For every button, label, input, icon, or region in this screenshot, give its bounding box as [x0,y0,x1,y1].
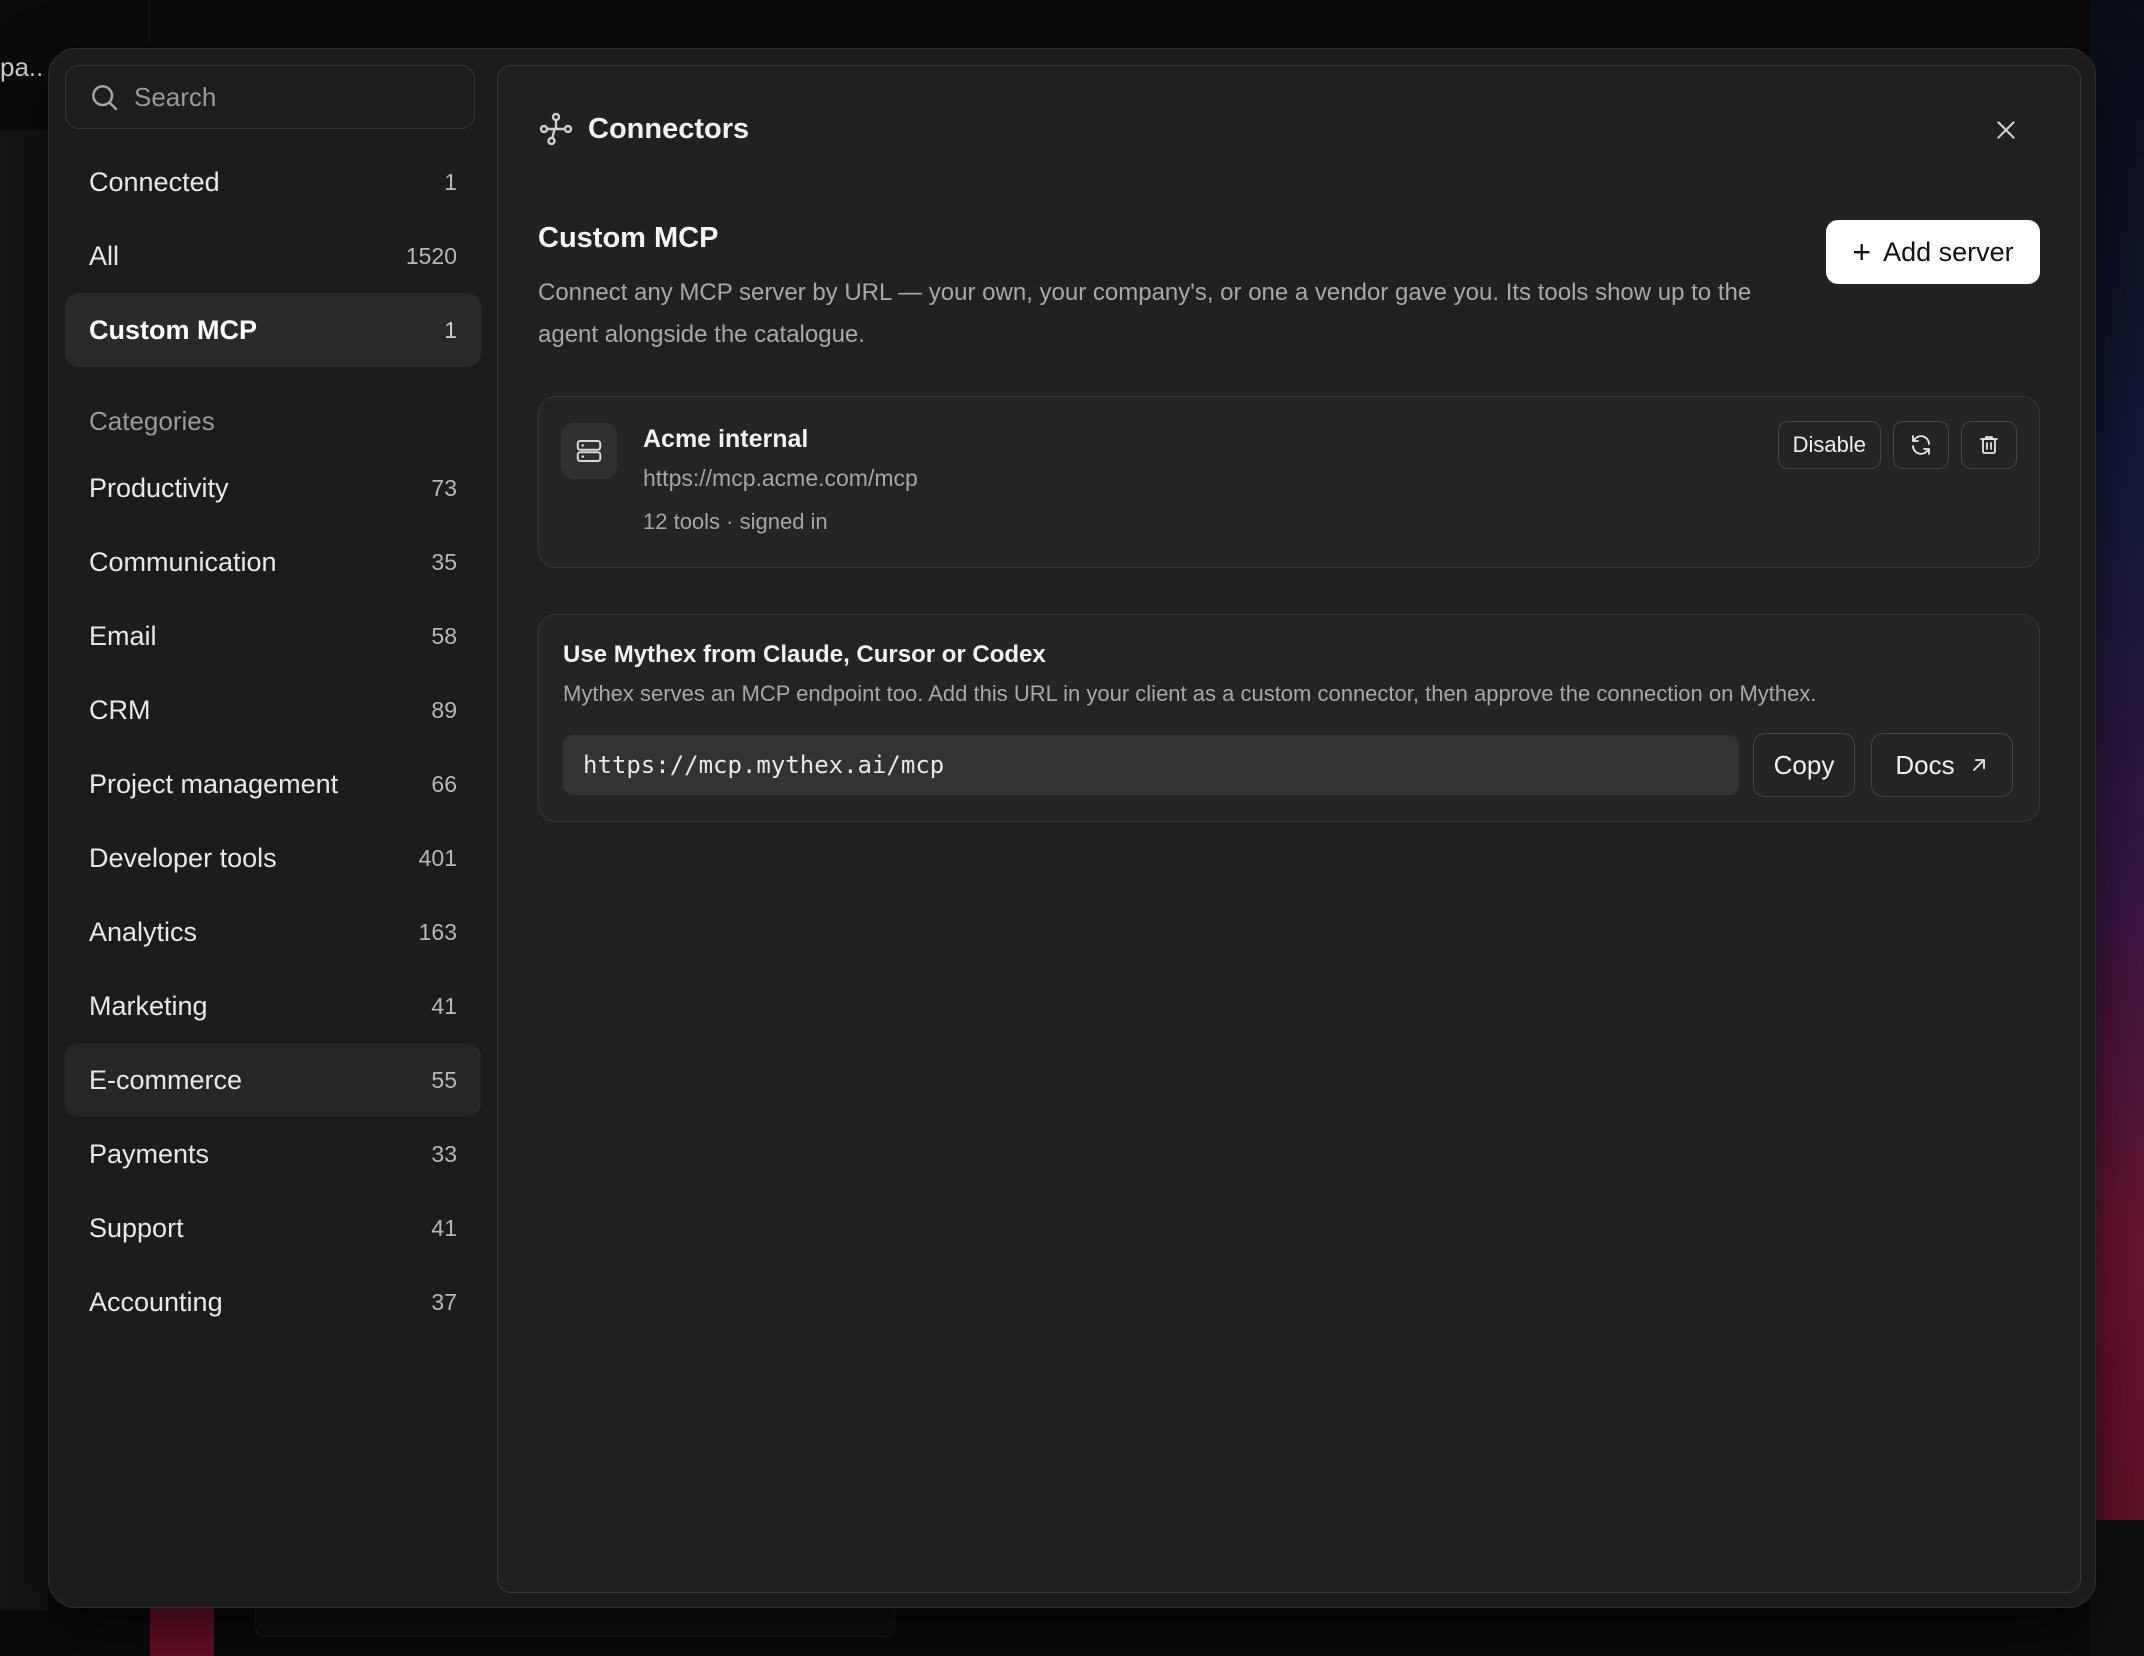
sidebar-item-count: 1 [444,168,457,195]
sidebar-item-label: Communication [89,546,277,577]
connectors-icon [539,112,573,146]
background-gradient [2090,0,2144,1656]
close-icon [1997,121,2015,139]
search-icon [92,85,118,111]
sidebar: Connected 1 All 1520 Custom MCP 1 Catego… [65,65,481,1593]
sidebar-item-email[interactable]: Email 58 [65,599,481,673]
background-topbar [0,0,150,44]
sidebar-item-productivity[interactable]: Productivity 73 [65,451,481,525]
external-link-icon [1972,759,1985,771]
sidebar-item-analytics[interactable]: Analytics 163 [65,895,481,969]
sidebar-nav: Connected 1 All 1520 Custom MCP 1 Catego… [65,145,481,1339]
background-sidebar [0,130,48,1610]
sidebar-item-support[interactable]: Support 41 [65,1191,481,1265]
docs-label: Docs [1895,749,1955,780]
sidebar-item-label: E-commerce [89,1064,243,1095]
sidebar-item-count: 37 [431,1288,457,1315]
plus-icon: + [1852,234,1872,270]
delete-button[interactable] [1961,421,2017,469]
trash-icon [1980,436,1998,454]
sidebar-item-label: Project management [89,768,339,799]
sidebar-item-count: 41 [431,992,457,1019]
sidebar-item-label: Email [89,620,157,651]
refresh-icon [1912,435,1930,455]
sidebar-item-label: Productivity [89,472,229,503]
sidebar-item-developer-tools[interactable]: Developer tools 401 [65,821,481,895]
mythex-endpoint-card: Use Mythex from Claude, Cursor or Codex … [538,614,2040,822]
sidebar-item-label: Accounting [89,1286,223,1317]
panel-header: Connectors [538,106,749,152]
server-icon [561,423,617,479]
sidebar-item-count: 1520 [405,242,457,269]
sidebar-item-label: Connected [89,166,220,197]
server-name: Acme internal [643,425,809,453]
server-actions: Disable [1777,421,2017,469]
sidebar-item-marketing[interactable]: Marketing 41 [65,969,481,1043]
sidebar-item-label: CRM [89,694,151,725]
sidebar-item-communication[interactable]: Communication 35 [65,525,481,599]
sidebar-item-count: 35 [431,548,457,575]
sidebar-item-count: 163 [418,918,457,945]
server-url: https://mcp.acme.com/mcp [643,465,918,491]
sidebar-item-label: Developer tools [89,842,277,873]
sidebar-item-count: 55 [431,1066,457,1093]
add-server-label: Add server [1883,236,2014,267]
docs-button[interactable]: Docs [1871,733,2013,797]
connectors-modal: Connected 1 All 1520 Custom MCP 1 Catego… [48,48,2096,1608]
sidebar-item-count: 73 [431,474,457,501]
server-card: Acme internal https://mcp.acme.com/mcp 1… [538,396,2040,568]
sidebar-item-label: Support [89,1212,184,1243]
sidebar-item-count: 401 [418,844,457,871]
custom-mcp-title: Custom MCP [538,222,719,254]
endpoint-title: Use Mythex from Claude, Cursor or Codex [563,641,1046,668]
sidebar-item-count: 66 [431,770,457,797]
sidebar-item-project-management[interactable]: Project management 66 [65,747,481,821]
sidebar-item-count: 58 [431,622,457,649]
sidebar-item-all[interactable]: All 1520 [65,219,481,293]
search-box[interactable] [65,65,475,129]
main-panel: Connectors Custom MCP Connect any MCP se… [497,65,2081,1593]
sidebar-item-count: 89 [431,696,457,723]
sidebar-item-e-commerce[interactable]: E-commerce 55 [65,1043,481,1117]
sidebar-item-connected[interactable]: Connected 1 [65,145,481,219]
refresh-button[interactable] [1893,421,1949,469]
sidebar-item-count: 1 [444,316,457,343]
sidebar-item-payments[interactable]: Payments 33 [65,1117,481,1191]
sidebar-item-count: 41 [431,1214,457,1241]
sidebar-item-custom-mcp[interactable]: Custom MCP 1 [65,293,481,367]
sidebar-item-accounting[interactable]: Accounting 37 [65,1265,481,1339]
disable-button[interactable]: Disable [1777,421,1881,469]
endpoint-description: Mythex serves an MCP endpoint too. Add t… [563,681,1817,706]
close-button[interactable] [1988,112,2024,148]
sidebar-item-label: Payments [89,1138,210,1169]
endpoint-url-field[interactable]: https://mcp.mythex.ai/mcp [563,735,1739,795]
categories-heading: Categories [89,406,215,436]
sidebar-item-label: Custom MCP [89,314,257,345]
server-status: 12 tools · signed in [643,509,828,534]
sidebar-item-label: Analytics [89,916,198,947]
background-gradient-bottom [2090,1520,2144,1656]
sidebar-item-label: All [89,240,120,271]
search-input[interactable] [134,81,454,113]
page-title: Connectors [588,112,750,145]
custom-mcp-description: Connect any MCP server by URL — your own… [538,279,1752,348]
copy-button[interactable]: Copy [1753,733,1855,797]
sidebar-item-label: Marketing [89,990,208,1021]
sidebar-item-count: 33 [431,1140,457,1167]
add-server-button[interactable]: + Add server [1826,220,2040,284]
sidebar-item-crm[interactable]: CRM 89 [65,673,481,747]
